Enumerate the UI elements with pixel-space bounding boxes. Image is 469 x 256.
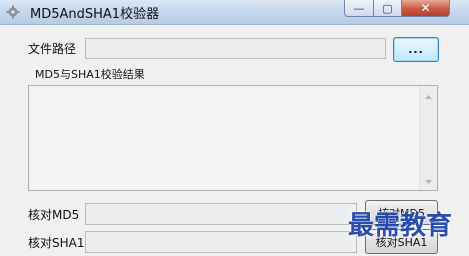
browse-button-label: ... <box>408 43 424 56</box>
maximize-icon: ▢ <box>382 1 393 15</box>
watermark-text: 最需教育 <box>348 211 453 241</box>
minimize-icon: — <box>353 1 365 15</box>
close-icon: ✕ <box>420 1 431 15</box>
close-button[interactable]: ✕ <box>402 0 450 17</box>
md5-input[interactable] <box>85 203 357 225</box>
results-textarea[interactable] <box>28 85 438 191</box>
scroll-up-arrow-icon[interactable] <box>420 89 437 104</box>
caption-buttons: — ▢ ✕ <box>344 0 464 18</box>
sha1-input[interactable] <box>85 231 357 253</box>
sha1-label: 核对SHA1 <box>28 236 85 250</box>
results-scrollbar[interactable] <box>419 86 437 190</box>
scroll-down-arrow-icon[interactable] <box>420 174 437 189</box>
app-gear-icon <box>6 5 20 19</box>
title-bar[interactable]: MD5AndSHA1校验器 — ▢ ✕ <box>0 0 469 25</box>
results-label: MD5与SHA1校验结果 <box>35 68 145 81</box>
browse-button[interactable]: ... <box>393 37 439 62</box>
maximize-button[interactable]: ▢ <box>374 0 402 17</box>
window-title: MD5AndSHA1校验器 <box>30 7 160 22</box>
minimize-button[interactable]: — <box>344 0 374 17</box>
file-path-input[interactable] <box>85 38 386 59</box>
file-path-label: 文件路径 <box>28 42 77 56</box>
md5-label: 核对MD5 <box>28 208 80 222</box>
